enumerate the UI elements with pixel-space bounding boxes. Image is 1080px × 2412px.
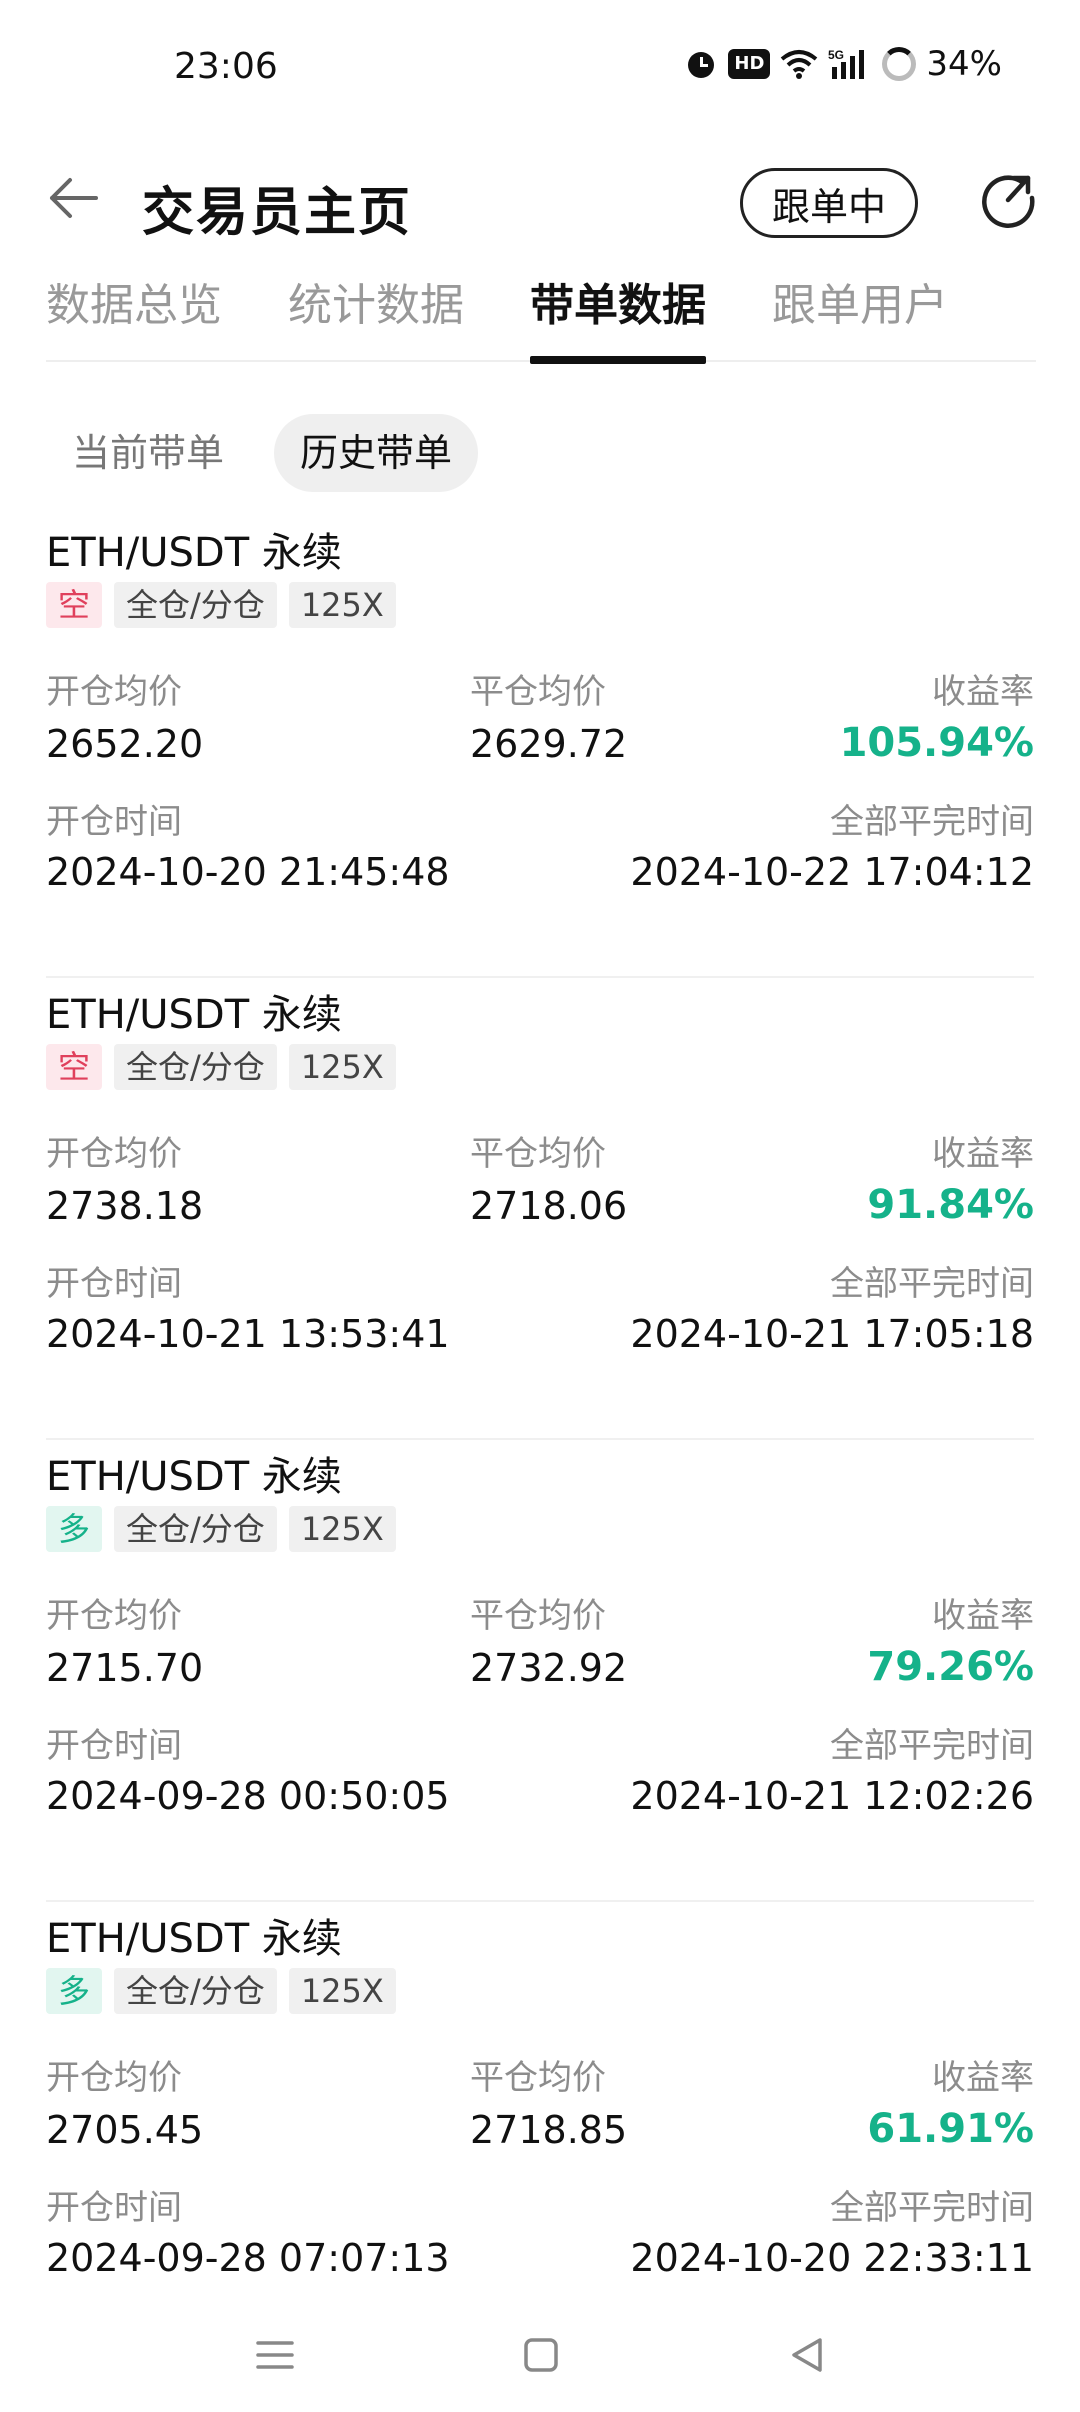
close-time-label: 全部平完时间	[830, 1726, 1034, 1766]
alarm-icon	[684, 47, 718, 81]
order-card[interactable]: ETH/USDT 永续 空 全仓/分仓 125X 开仓均价 平仓均价 收益率 2…	[46, 978, 1034, 1440]
close-price: 2718.06	[470, 1184, 628, 1228]
open-time-label: 开仓时间	[46, 2188, 182, 2228]
side-tag: 空	[46, 582, 103, 628]
order-pair: ETH/USDT 永续	[46, 530, 342, 576]
close-avg-label: 平仓均价	[470, 2058, 606, 2098]
status-bar: 23:06 HD 5G 34%	[0, 0, 1080, 130]
order-tags: 多 全仓/分仓 125X	[46, 1968, 396, 2014]
open-time: 2024-10-20 21:45:48	[46, 850, 450, 894]
open-avg-label: 开仓均价	[46, 1596, 182, 1636]
open-time: 2024-10-21 13:53:41	[46, 1312, 450, 1356]
close-time-label: 全部平完时间	[830, 1264, 1034, 1304]
leverage-tag: 125X	[288, 582, 396, 628]
open-price: 2738.18	[46, 1184, 204, 1228]
page-title: 交易员主页	[142, 183, 413, 243]
battery-ring-icon	[882, 47, 917, 81]
leverage-tag: 125X	[288, 1044, 396, 1090]
open-time: 2024-09-28 00:50:05	[46, 1774, 450, 1818]
margin-tag: 全仓/分仓	[114, 1968, 277, 2014]
roi-label: 收益率	[932, 1134, 1034, 1174]
open-avg-label: 开仓均价	[46, 1134, 182, 1174]
side-tag: 多	[46, 1506, 103, 1552]
tab-statistics[interactable]: 统计数据	[288, 270, 464, 362]
close-time-label: 全部平完时间	[830, 802, 1034, 842]
open-price: 2715.70	[46, 1646, 204, 1690]
order-tags: 空 全仓/分仓 125X	[46, 582, 396, 628]
order-card[interactable]: ETH/USDT 永续 多 全仓/分仓 125X 开仓均价 平仓均价 收益率 2…	[46, 1902, 1034, 2364]
subtab-current[interactable]: 当前带单	[46, 414, 250, 492]
open-time-label: 开仓时间	[46, 1264, 182, 1304]
order-card[interactable]: ETH/USDT 永续 空 全仓/分仓 125X 开仓均价 平仓均价 收益率 2…	[46, 516, 1034, 978]
leverage-tag: 125X	[288, 1968, 396, 2014]
order-list: ETH/USDT 永续 空 全仓/分仓 125X 开仓均价 平仓均价 收益率 2…	[46, 516, 1034, 2364]
close-price: 2732.92	[470, 1646, 628, 1690]
open-time: 2024-09-28 07:07:13	[46, 2236, 450, 2280]
close-price: 2629.72	[470, 722, 628, 766]
network-label: 5G	[828, 48, 844, 62]
subtab-history[interactable]: 历史带单	[274, 414, 479, 492]
roi-label: 收益率	[932, 672, 1034, 712]
close-price: 2718.85	[470, 2108, 628, 2152]
side-tag: 空	[46, 1044, 103, 1090]
open-time-label: 开仓时间	[46, 1726, 182, 1766]
status-time: 23:06	[174, 46, 278, 87]
roi-value: 105.94%	[839, 720, 1034, 766]
back-nav-icon[interactable]	[782, 2330, 832, 2380]
close-time: 2024-10-20 22:33:11	[630, 2236, 1034, 2280]
wifi-icon	[780, 49, 818, 79]
roi-value: 61.91%	[867, 2106, 1034, 2152]
open-time-label: 开仓时间	[46, 802, 182, 842]
tab-followers[interactable]: 跟单用户	[772, 270, 948, 362]
close-time-label: 全部平完时间	[830, 2188, 1034, 2228]
system-nav-bar	[0, 2300, 1080, 2412]
order-pair: ETH/USDT 永续	[46, 1916, 342, 1962]
order-tags: 多 全仓/分仓 125X	[46, 1506, 396, 1552]
order-pair: ETH/USDT 永续	[46, 1454, 342, 1500]
roi-label: 收益率	[932, 2058, 1034, 2098]
main-tabs: 数据总览 统计数据 带单数据 跟单用户	[46, 270, 1036, 364]
close-avg-label: 平仓均价	[470, 1134, 606, 1174]
sub-tabs: 当前带单 历史带单	[46, 414, 479, 492]
open-avg-label: 开仓均价	[46, 2058, 182, 2098]
roi-label: 收益率	[932, 1596, 1034, 1636]
open-price: 2705.45	[46, 2108, 204, 2152]
order-tags: 空 全仓/分仓 125X	[46, 1044, 396, 1090]
following-button[interactable]: 跟单中	[740, 168, 918, 238]
order-card[interactable]: ETH/USDT 永续 多 全仓/分仓 125X 开仓均价 平仓均价 收益率 2…	[46, 1440, 1034, 1902]
close-avg-label: 平仓均价	[470, 672, 606, 712]
margin-tag: 全仓/分仓	[114, 1506, 277, 1552]
status-icons: HD 5G 34%	[684, 44, 1002, 84]
share-icon[interactable]	[978, 172, 1038, 232]
order-pair: ETH/USDT 永续	[46, 992, 342, 1038]
battery-percent: 34%	[926, 44, 1002, 84]
roi-value: 79.26%	[867, 1644, 1034, 1690]
tab-lead-orders[interactable]: 带单数据	[530, 270, 706, 364]
tab-overview[interactable]: 数据总览	[46, 270, 222, 362]
header: 交易员主页 跟单中	[0, 130, 1080, 270]
open-avg-label: 开仓均价	[46, 672, 182, 712]
close-time: 2024-10-21 17:05:18	[630, 1312, 1034, 1356]
menu-icon[interactable]	[250, 2330, 300, 2380]
close-time: 2024-10-22 17:04:12	[630, 850, 1034, 894]
margin-tag: 全仓/分仓	[114, 582, 277, 628]
hd-icon: HD	[728, 49, 771, 79]
back-arrow-icon[interactable]	[44, 170, 100, 226]
close-avg-label: 平仓均价	[470, 1596, 606, 1636]
roi-value: 91.84%	[867, 1182, 1034, 1228]
side-tag: 多	[46, 1968, 103, 2014]
leverage-tag: 125X	[288, 1506, 396, 1552]
signal-icon: 5G	[828, 47, 872, 81]
close-time: 2024-10-21 12:02:26	[630, 1774, 1034, 1818]
margin-tag: 全仓/分仓	[114, 1044, 277, 1090]
home-icon[interactable]	[516, 2330, 566, 2380]
open-price: 2652.20	[46, 722, 204, 766]
